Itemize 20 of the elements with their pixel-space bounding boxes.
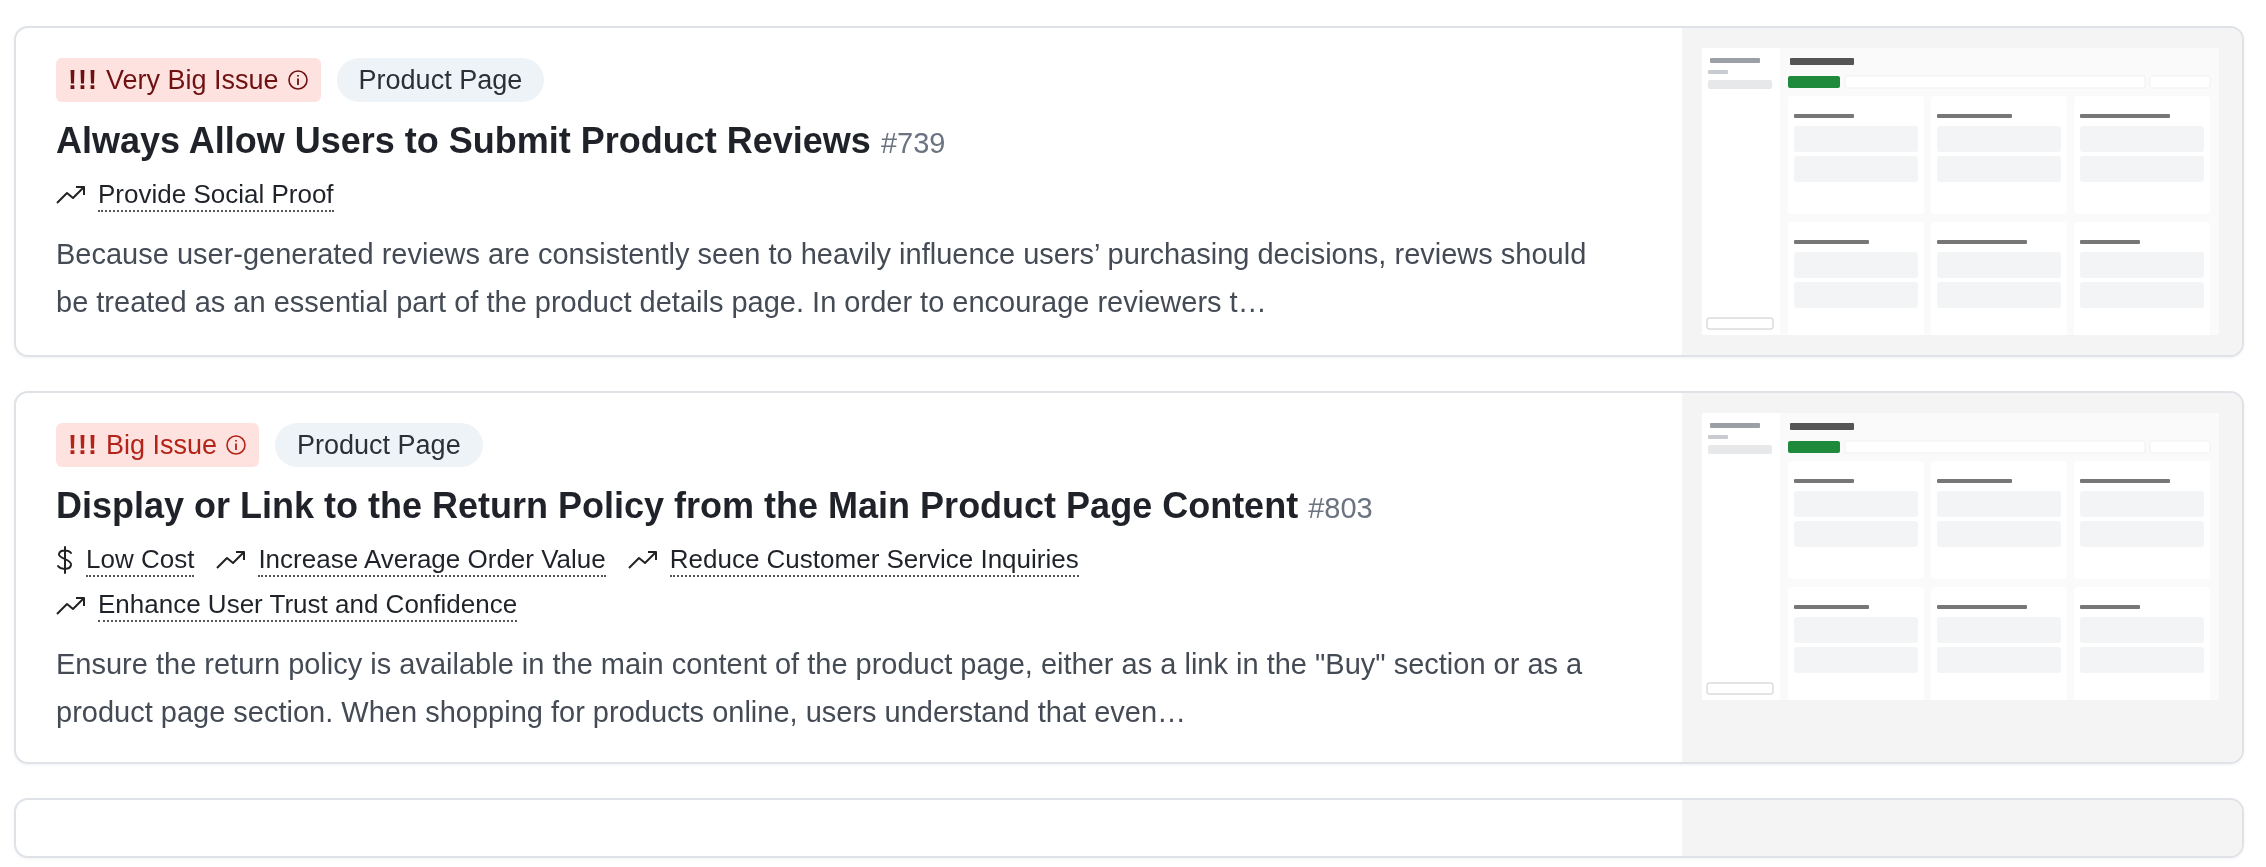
info-icon <box>286 69 309 91</box>
issue-description: Because user-generated reviews are consistently seen to heavily influence users’ purchasing decisions, reviews should be treated as an essential part of the product details page. In order to encourage reviewers t… <box>56 237 1588 320</box>
trend-up-icon <box>627 550 658 571</box>
dollar-icon <box>56 546 74 575</box>
category-tag: Product Page <box>275 423 483 467</box>
category-tag: Product Page <box>336 58 545 102</box>
benefit-link[interactable]: Enhance User Trust and Confidence <box>98 589 518 623</box>
severity-badge: !!! Big Issue <box>56 423 260 467</box>
trend-up-icon <box>56 185 86 206</box>
benefit-link[interactable]: Reduce Customer Service Inquiries <box>669 543 1079 577</box>
benefit-link[interactable]: Increase Average Order Value <box>258 543 606 577</box>
benefit-link[interactable]: Provide Social Proof <box>98 178 334 212</box>
severity-badge: !!! Very Big Issue <box>56 58 321 102</box>
trend-up-icon <box>56 595 86 616</box>
benefit-link[interactable]: Low Cost <box>86 543 195 577</box>
issue-title[interactable]: Always Allow Users to Submit Product Reviews #739 <box>56 118 1642 165</box>
info-icon <box>225 434 248 456</box>
trend-up-icon <box>216 550 247 571</box>
issue-title[interactable]: Display or Link to the Return Policy from the Main Product Page Content #803 <box>56 483 1642 530</box>
issue-description: Ensure the return policy is available in the main content of the product page, either as a link in the "Buy" section or as a product page section. When shopping for products online, users understand that even… <box>56 647 1584 731</box>
